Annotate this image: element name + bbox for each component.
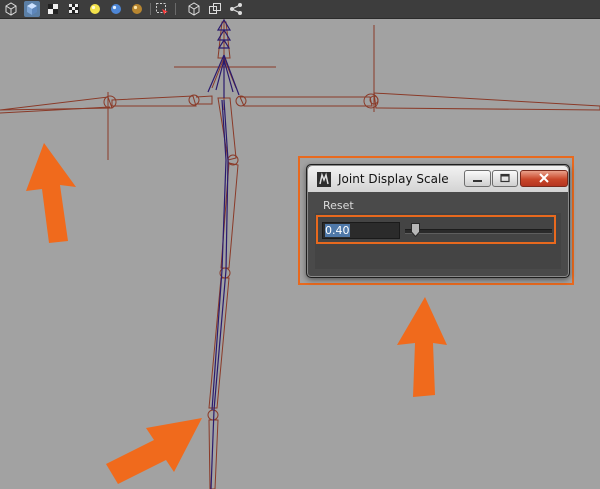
annotation-arrow-diagonal bbox=[106, 418, 202, 484]
joint-scale-field[interactable] bbox=[322, 222, 400, 239]
toolbar-separator bbox=[175, 3, 176, 15]
checker-texture-icon[interactable] bbox=[45, 1, 61, 17]
toolbar-separator bbox=[150, 3, 151, 15]
lights-sphere-icon[interactable] bbox=[108, 1, 124, 17]
slider-handle[interactable] bbox=[410, 223, 420, 237]
xray-joints-icon[interactable] bbox=[207, 1, 223, 17]
viewport-toolbar bbox=[0, 0, 600, 19]
annotation-arrow-up bbox=[397, 297, 447, 397]
minimize-icon bbox=[473, 180, 482, 182]
hierarchy-icon[interactable] bbox=[228, 1, 244, 17]
reset-menu[interactable]: Reset bbox=[323, 199, 354, 212]
close-button[interactable] bbox=[520, 170, 568, 187]
shaded-cube-icon[interactable] bbox=[24, 1, 40, 17]
shadows-sphere-icon[interactable] bbox=[129, 1, 145, 17]
maximize-button[interactable] bbox=[492, 170, 518, 187]
maya-app-icon bbox=[317, 172, 331, 187]
annotation-arrow-up bbox=[26, 143, 76, 243]
close-icon bbox=[539, 173, 549, 183]
checker-texture-icon[interactable] bbox=[66, 1, 82, 17]
wireframe-cube-icon[interactable] bbox=[3, 1, 19, 17]
bone-highlight bbox=[207, 19, 240, 489]
xray-icon[interactable] bbox=[186, 1, 202, 17]
minimize-button[interactable] bbox=[464, 170, 491, 187]
maximize-icon bbox=[500, 173, 510, 183]
joint-scale-slider[interactable] bbox=[405, 229, 552, 234]
default-light-icon[interactable] bbox=[87, 1, 103, 17]
isolate-select-icon[interactable] bbox=[154, 1, 170, 17]
dialog-title: Joint Display Scale bbox=[338, 172, 449, 186]
dialog-titlebar[interactable]: Joint Display Scale bbox=[308, 166, 568, 192]
